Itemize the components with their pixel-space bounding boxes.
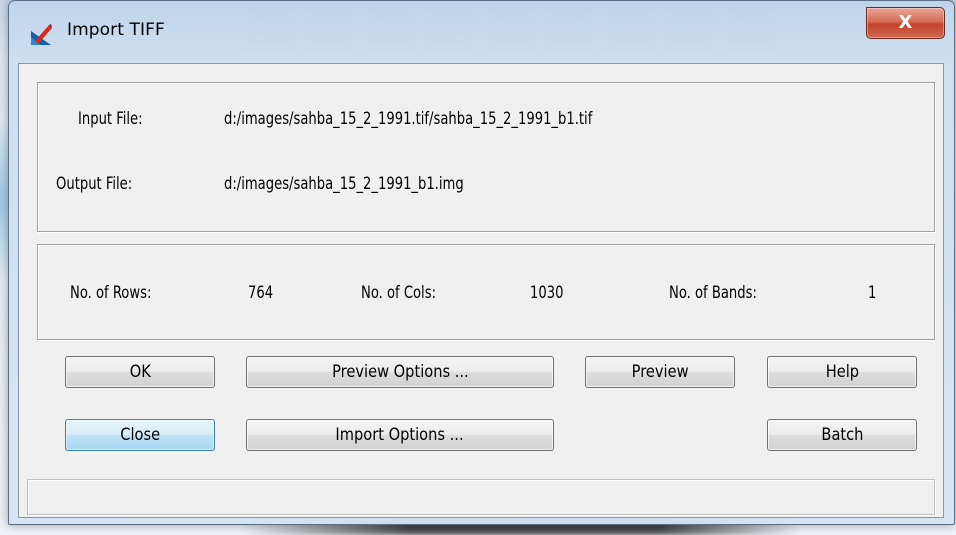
input-file-value: d:/images/sahba_15_2_1991.tif/sahba_15_2… xyxy=(224,109,593,129)
close-icon: X xyxy=(898,12,913,33)
import-options-button[interactable]: Import Options ... xyxy=(246,419,554,451)
rows-label: No. of Rows: xyxy=(70,283,152,303)
cols-label: No. of Cols: xyxy=(361,283,437,303)
image-dimensions-group: No. of Rows: 764 No. of Cols: 1030 No. o… xyxy=(37,244,935,340)
rows-value: 764 xyxy=(248,283,274,303)
title-bar[interactable]: Import TIFF X xyxy=(9,1,954,63)
window-title: Import TIFF xyxy=(67,20,165,40)
bands-label: No. of Bands: xyxy=(669,283,757,303)
help-button[interactable]: Help xyxy=(767,356,917,388)
ok-button[interactable]: OK xyxy=(65,356,215,388)
import-tiff-dialog: Import TIFF X Input File: d:/images/sahb… xyxy=(8,0,955,525)
input-file-label: Input File: xyxy=(78,109,143,129)
file-info-group: Input File: d:/images/sahba_15_2_1991.ti… xyxy=(37,82,935,232)
window-close-button[interactable]: X xyxy=(866,7,945,39)
output-file-value: d:/images/sahba_15_2_1991_b1.img xyxy=(224,174,464,194)
batch-button[interactable]: Batch xyxy=(767,419,917,451)
erdas-app-icon xyxy=(31,24,52,45)
preview-options-button[interactable]: Preview Options ... xyxy=(246,356,554,388)
dialog-client-area: Input File: d:/images/sahba_15_2_1991.ti… xyxy=(18,63,944,518)
bands-value: 1 xyxy=(868,283,877,303)
cols-value: 1030 xyxy=(530,283,564,303)
output-file-label: Output File: xyxy=(56,174,133,194)
status-bar xyxy=(27,479,935,515)
preview-button[interactable]: Preview xyxy=(585,356,735,388)
close-button[interactable]: Close xyxy=(65,419,215,451)
